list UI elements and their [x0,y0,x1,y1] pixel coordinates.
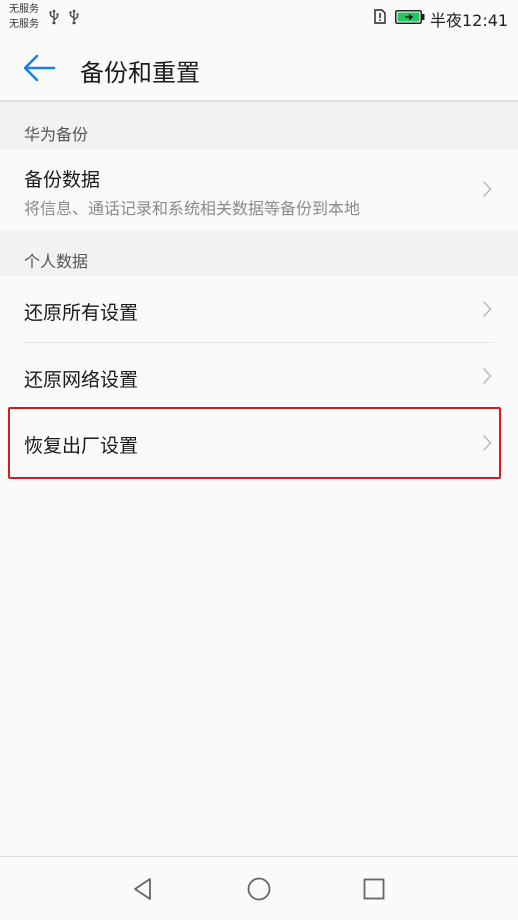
factory-reset-item[interactable]: 恢复出厂设置 [0,409,518,477]
battery-charging-icon [395,10,425,24]
app-header: 备份和重置 [0,34,518,100]
section-header-personal-data: 个人数据 [0,230,518,276]
carrier-label-2: 无服务 [9,19,39,30]
sim-alert-icon [374,9,386,24]
reset-network-settings-item[interactable]: 还原网络设置 [0,343,518,409]
usb-icon [49,9,59,25]
navigation-bar [0,856,518,920]
carrier-label-1: 无服务 [9,4,39,15]
chevron-right-icon [482,434,492,452]
triangle-back-icon[interactable] [130,875,158,903]
page-title: 备份和重置 [80,59,200,87]
reset-all-settings-item[interactable]: 还原所有设置 [0,276,518,343]
square-recent-icon[interactable] [360,875,388,903]
factory-reset-title: 恢复出厂设置 [24,435,139,457]
arrow-left-icon[interactable] [22,52,56,84]
section-header-label: 个人数据 [24,252,89,271]
reset-all-settings-title: 还原所有设置 [24,302,139,324]
backup-data-title: 备份数据 [24,169,101,191]
clock: 半夜12:41 [430,11,509,30]
chevron-right-icon [482,300,492,318]
backup-data-subtitle: 将信息、通话记录和系统相关数据等备份到本地 [24,199,361,218]
status-bar: 无服务 无服务 半夜12:41 [0,0,518,34]
chevron-right-icon [482,367,492,385]
section-header-huawei-backup: 华为备份 [0,103,518,149]
chevron-right-icon [482,180,492,198]
section-header-label: 华为备份 [24,125,89,144]
reset-network-settings-title: 还原网络设置 [24,369,139,391]
circle-home-icon[interactable] [245,875,273,903]
usb-icon [69,9,79,25]
backup-data-item[interactable]: 备份数据 将信息、通话记录和系统相关数据等备份到本地 [0,149,518,230]
